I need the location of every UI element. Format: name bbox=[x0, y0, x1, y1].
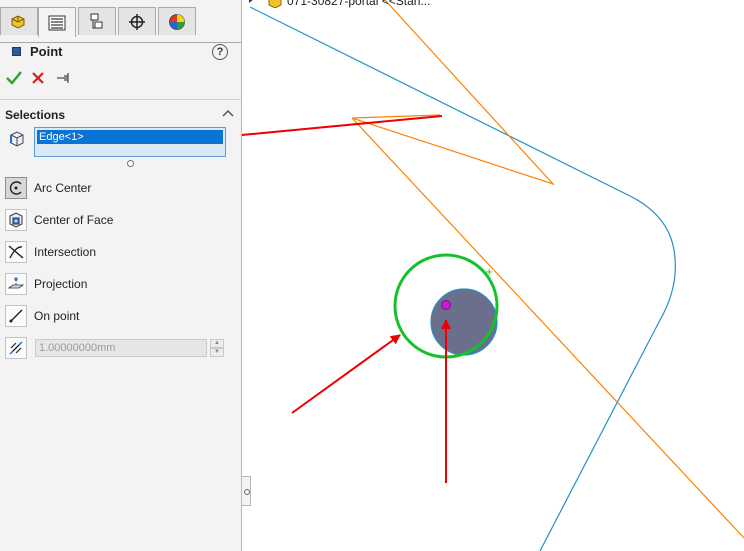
option-center-of-face[interactable]: Center of Face bbox=[5, 209, 225, 233]
part-icon bbox=[267, 0, 283, 11]
keep-visible-button[interactable] bbox=[54, 68, 74, 88]
model-edge-orange-long[interactable] bbox=[351, 117, 744, 539]
ok-button[interactable] bbox=[4, 68, 24, 88]
on-point-icon bbox=[5, 305, 27, 327]
pm-actions bbox=[4, 68, 104, 88]
arc-center-icon bbox=[5, 177, 27, 199]
selected-face[interactable] bbox=[430, 288, 498, 356]
annotation-arrow-to-selection bbox=[230, 115, 443, 141]
selection-list-item[interactable]: Edge<1> bbox=[37, 130, 223, 144]
model-edge-blue[interactable] bbox=[249, 6, 676, 551]
distance-row: 1.00000000mm ▲ ▼ bbox=[5, 337, 227, 359]
manager-tabs bbox=[0, 7, 242, 43]
option-label: Arc Center bbox=[34, 181, 92, 195]
projection-icon bbox=[5, 273, 27, 295]
tab-propertymanager[interactable] bbox=[38, 7, 76, 37]
property-manager-panel: Point ? Selections Edge<1> Arc Center Ce… bbox=[0, 0, 242, 551]
cancel-button[interactable] bbox=[28, 68, 48, 88]
tab-display-manager[interactable] bbox=[158, 7, 196, 35]
help-button[interactable]: ? bbox=[212, 44, 228, 60]
tab-dimxpert[interactable] bbox=[118, 7, 156, 35]
chevron-up-icon[interactable] bbox=[222, 106, 234, 120]
selections-group-header[interactable]: Selections bbox=[0, 99, 242, 124]
feature-manager-icon bbox=[11, 14, 25, 29]
spin-up-button[interactable]: ▲ bbox=[210, 339, 224, 348]
point-feature-icon bbox=[12, 47, 21, 56]
option-label: On point bbox=[34, 309, 80, 323]
model-edge-orange-top[interactable] bbox=[351, 0, 555, 186]
option-arc-center[interactable]: Arc Center bbox=[5, 177, 225, 201]
tab-configurationmanager[interactable] bbox=[78, 7, 116, 35]
selections-title: Selections bbox=[5, 108, 66, 122]
selection-list-box[interactable]: Edge<1> bbox=[34, 127, 226, 157]
option-label: Projection bbox=[34, 277, 88, 291]
option-projection[interactable]: Projection bbox=[5, 273, 225, 297]
option-label: Intersection bbox=[34, 245, 97, 259]
tab-featuremanager[interactable] bbox=[0, 7, 38, 35]
annotation-arrow-to-edge bbox=[291, 334, 401, 414]
tree-item-label: 071-30827-portal <<Stan... bbox=[287, 0, 431, 8]
property-manager-icon bbox=[48, 15, 66, 30]
option-intersection[interactable]: Intersection bbox=[5, 241, 225, 265]
tree-expand-arrow-icon[interactable] bbox=[249, 0, 254, 3]
spin-down-button[interactable]: ▼ bbox=[210, 348, 224, 357]
along-curve-distance-icon[interactable] bbox=[5, 337, 27, 359]
green-plus-marker: + bbox=[485, 267, 493, 278]
dimxpert-icon bbox=[129, 13, 145, 30]
list-resize-handle[interactable] bbox=[127, 160, 134, 167]
pushpin-icon bbox=[57, 73, 69, 83]
x-icon bbox=[32, 72, 44, 84]
option-label: Center of Face bbox=[34, 213, 114, 227]
distance-input[interactable]: 1.00000000mm bbox=[35, 339, 207, 357]
configuration-manager-icon bbox=[90, 13, 103, 28]
display-manager-icon bbox=[169, 13, 185, 30]
pm-title: Point bbox=[30, 44, 63, 59]
edge-selection-icon bbox=[7, 129, 27, 149]
pm-header: Point ? bbox=[10, 44, 232, 62]
option-on-point[interactable]: On point bbox=[5, 305, 225, 329]
splitter-grip-icon bbox=[244, 489, 250, 495]
checkmark-icon bbox=[6, 71, 22, 85]
intersection-icon bbox=[5, 241, 27, 263]
tabs-divider bbox=[0, 42, 242, 43]
arc-center-point-marker[interactable] bbox=[441, 300, 451, 310]
panel-splitter-handle[interactable] bbox=[242, 476, 251, 506]
center-of-face-icon bbox=[5, 209, 27, 231]
